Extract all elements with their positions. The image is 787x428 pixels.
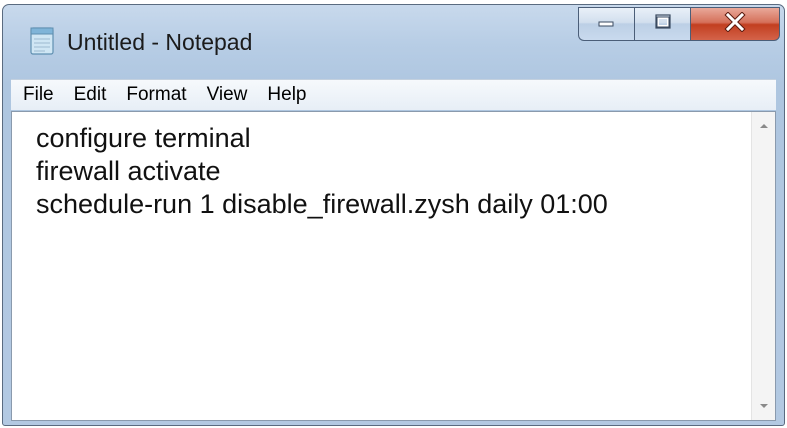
editor-area[interactable]: configure terminal firewall activate sched… bbox=[11, 111, 776, 421]
title-bar[interactable]: Untitled - Notepad bbox=[3, 5, 784, 79]
menu-bar: File Edit Format View Help bbox=[11, 79, 776, 110]
maximize-button[interactable] bbox=[634, 7, 690, 41]
menu-help[interactable]: Help bbox=[259, 82, 314, 108]
menu-format[interactable]: Format bbox=[118, 82, 194, 108]
window-title: Untitled - Notepad bbox=[67, 29, 253, 55]
close-icon bbox=[724, 10, 746, 37]
close-button[interactable] bbox=[690, 7, 780, 41]
minimize-button[interactable] bbox=[578, 7, 634, 41]
text-content[interactable]: configure terminal firewall activate sched… bbox=[12, 112, 751, 420]
text-line: firewall activate bbox=[36, 156, 221, 186]
text-line: schedule-run 1 disable_firewall.zysh dai… bbox=[36, 189, 608, 219]
menu-edit[interactable]: Edit bbox=[66, 82, 115, 108]
notepad-window: Untitled - Notepad File Edit Format View… bbox=[2, 4, 785, 426]
menu-view[interactable]: View bbox=[199, 82, 256, 108]
minimize-icon bbox=[597, 15, 617, 33]
scroll-up-arrow-icon[interactable] bbox=[752, 114, 775, 138]
menu-file[interactable]: File bbox=[15, 82, 62, 108]
maximize-icon bbox=[653, 13, 673, 36]
scroll-down-arrow-icon[interactable] bbox=[752, 394, 775, 418]
text-line: configure terminal bbox=[36, 123, 251, 153]
caption-buttons bbox=[578, 7, 780, 43]
notepad-icon[interactable] bbox=[29, 25, 55, 55]
vertical-scrollbar[interactable] bbox=[751, 112, 775, 420]
